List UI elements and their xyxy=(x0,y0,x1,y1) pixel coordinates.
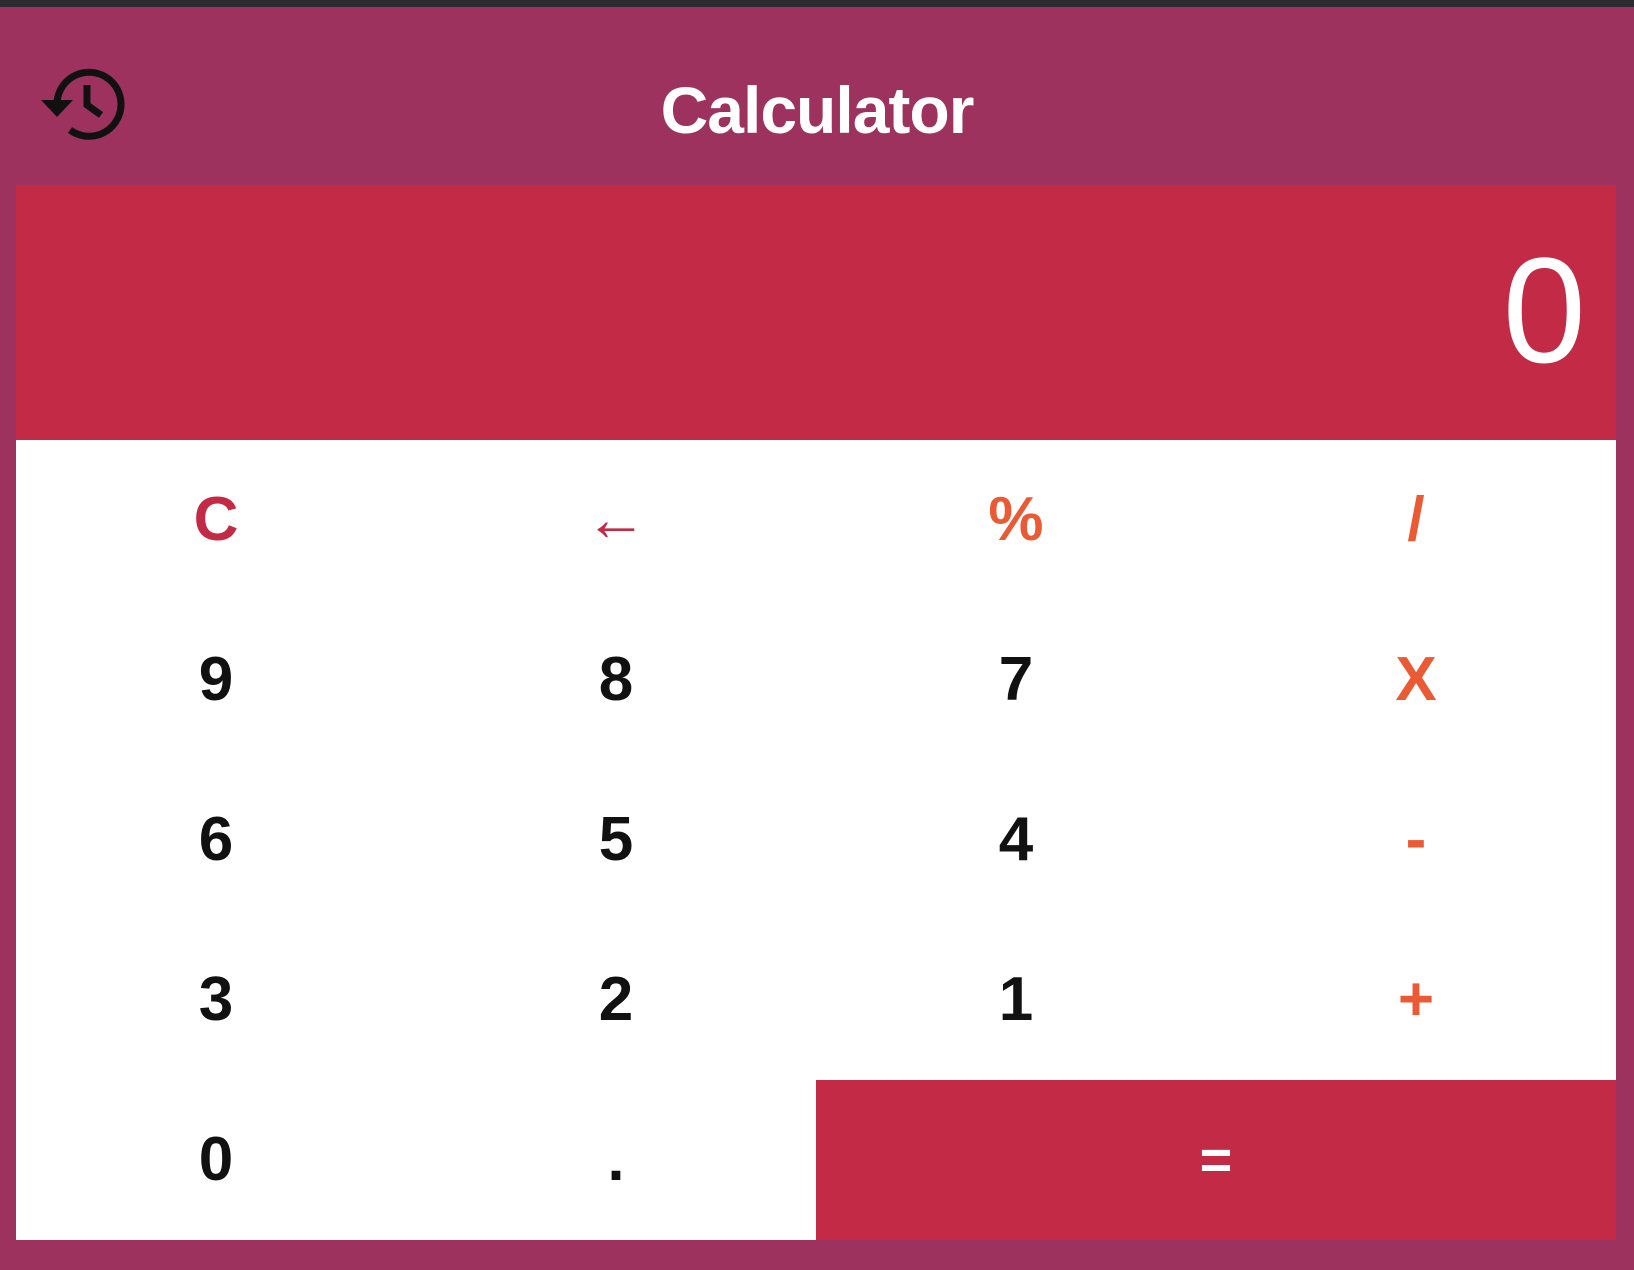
backspace-button[interactable]: ← xyxy=(416,440,816,600)
header-bar: Calculator xyxy=(0,7,1634,192)
result-display: 0 xyxy=(16,185,1616,440)
percent-button[interactable]: % xyxy=(816,440,1216,600)
divide-button[interactable]: / xyxy=(1216,440,1616,600)
digit-0-button[interactable]: 0 xyxy=(16,1080,416,1240)
page-title: Calculator xyxy=(660,73,975,147)
digit-9-button[interactable]: 9 xyxy=(16,600,416,760)
digit-2-button[interactable]: 2 xyxy=(416,920,816,1080)
digit-1-button[interactable]: 1 xyxy=(816,920,1216,1080)
clear-button[interactable]: C xyxy=(16,440,416,600)
digit-6-button[interactable]: 6 xyxy=(16,760,416,920)
add-button[interactable]: + xyxy=(1216,920,1616,1080)
calculator-window: Calculator 0 C ← % / 9 8 7 X 6 5 4 - 3 2… xyxy=(0,7,1634,1270)
digit-3-button[interactable]: 3 xyxy=(16,920,416,1080)
keypad: C ← % / 9 8 7 X 6 5 4 - 3 2 1 + 0 . = xyxy=(16,440,1616,1240)
equals-button[interactable]: = xyxy=(816,1080,1616,1240)
decimal-button[interactable]: . xyxy=(416,1080,816,1240)
multiply-button[interactable]: X xyxy=(1216,600,1616,760)
display-value: 0 xyxy=(1502,226,1586,394)
digit-5-button[interactable]: 5 xyxy=(416,760,816,920)
digit-4-button[interactable]: 4 xyxy=(816,760,1216,920)
digit-8-button[interactable]: 8 xyxy=(416,600,816,760)
subtract-button[interactable]: - xyxy=(1216,760,1616,920)
digit-7-button[interactable]: 7 xyxy=(816,600,1216,760)
